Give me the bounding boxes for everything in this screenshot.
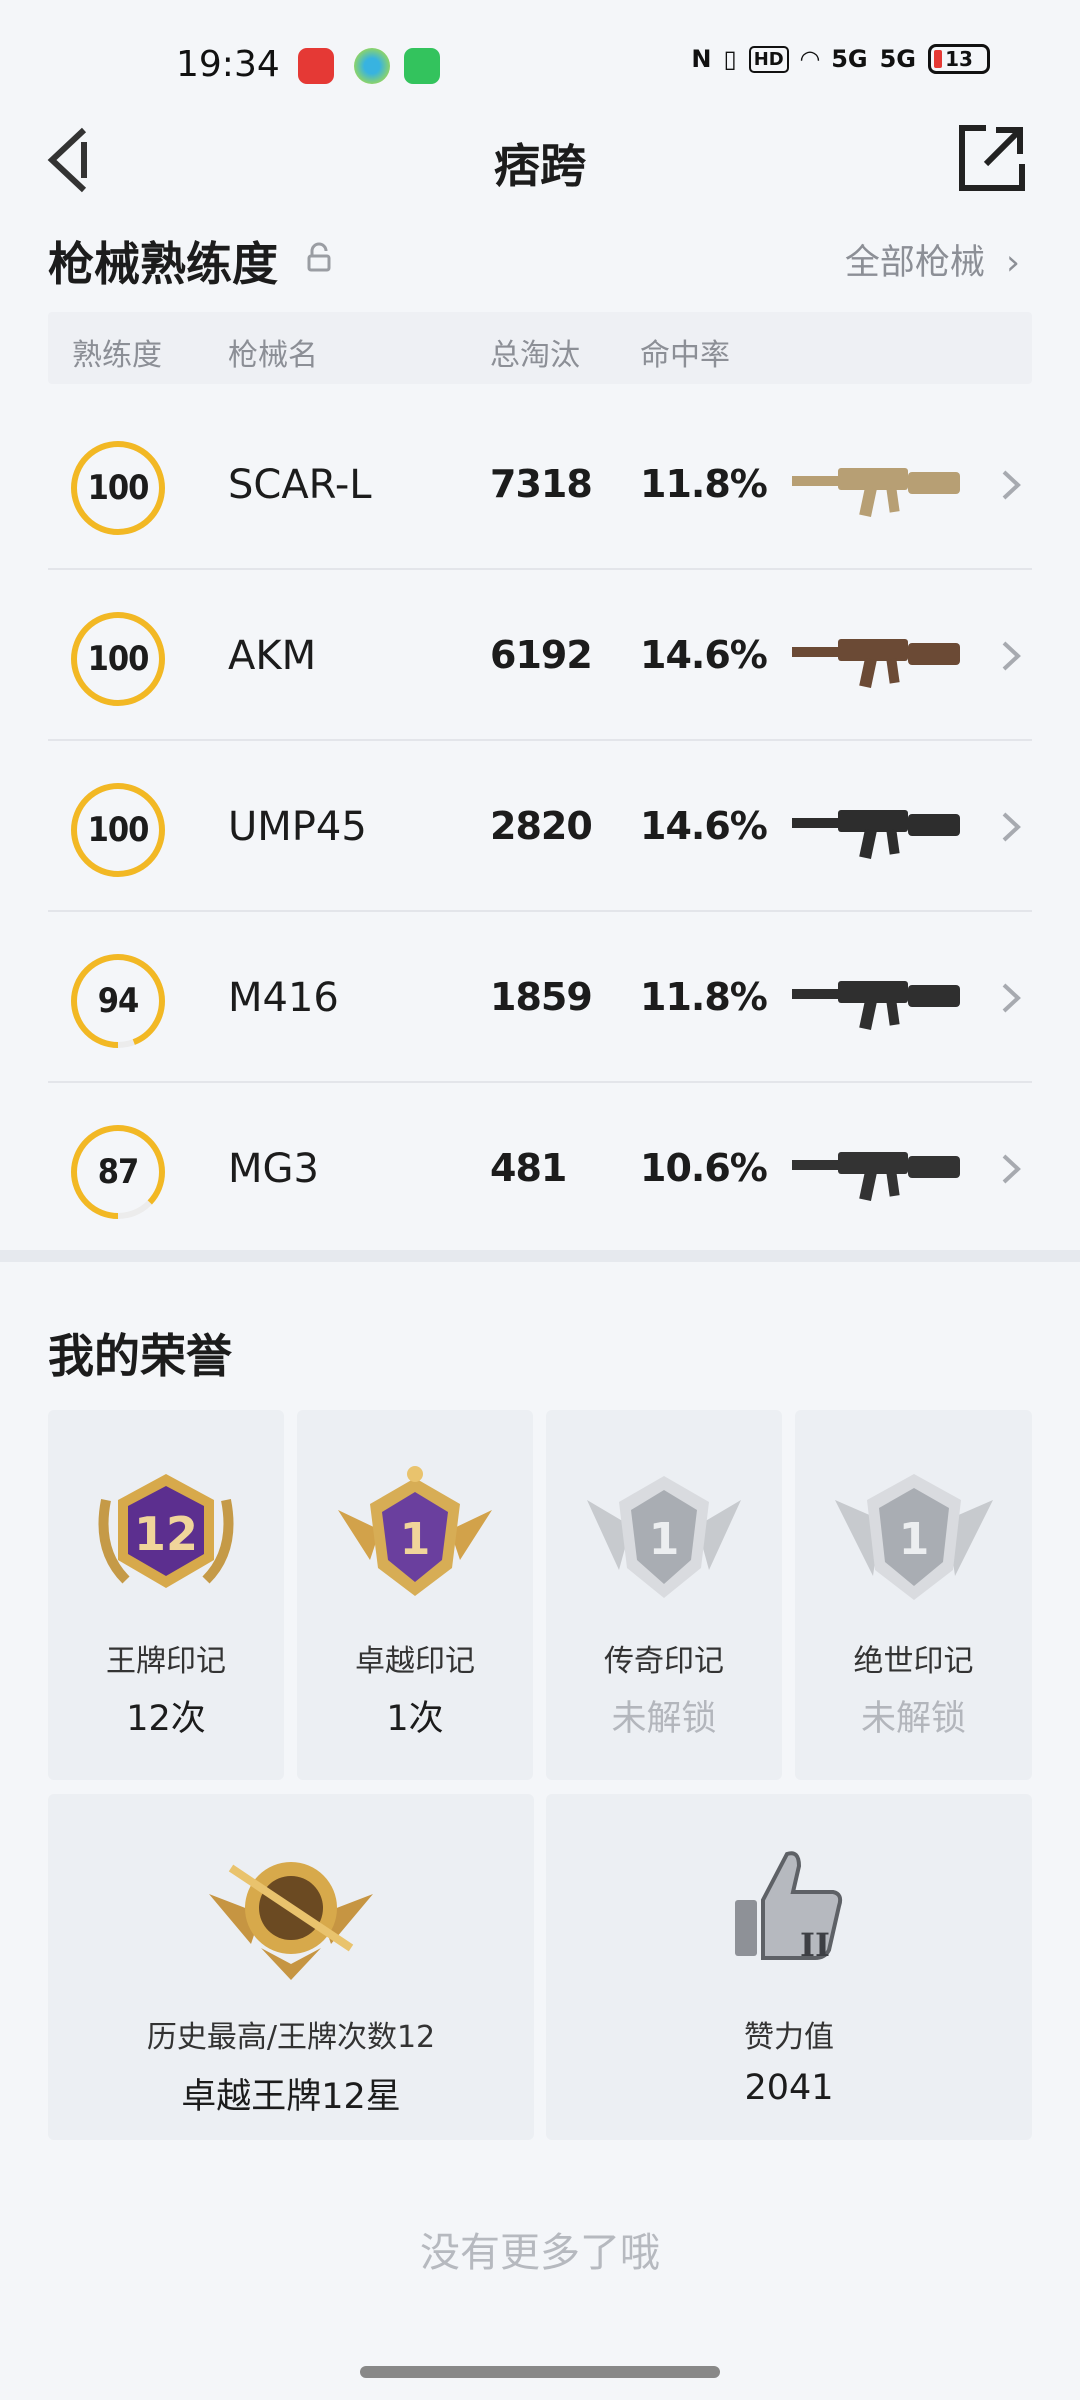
card-value: 卓越王牌12星 — [181, 2077, 401, 2117]
gun-name: M416 — [228, 975, 339, 1021]
header-proficiency: 熟练度 — [72, 338, 162, 373]
ump45-smg-image — [792, 810, 960, 859]
card-label: 历史最高/王牌次数12 — [146, 2020, 436, 2055]
svg-text:12: 12 — [134, 1507, 198, 1561]
share-icon[interactable] — [956, 122, 1028, 194]
proficiency-ring: 100 — [70, 782, 166, 878]
proficiency-value: 100 — [87, 639, 150, 679]
proficiency-value: 87 — [97, 1152, 140, 1192]
total-kills: 481 — [490, 1146, 567, 1190]
like-level-text: II — [800, 1926, 830, 1964]
honor-card-peerless[interactable]: 1 绝世印记 未解锁 — [795, 1410, 1032, 1780]
gun-name: MG3 — [228, 1146, 319, 1192]
no-more-text: 没有更多了哦 — [420, 2230, 660, 2276]
mastery-section-title: 枪械熟练度 — [48, 237, 278, 291]
chevron-right-icon — [1002, 983, 1021, 1013]
chevron-right-icon — [1002, 470, 1021, 500]
proficiency-value: 100 — [87, 468, 150, 508]
all-guns-link[interactable]: 全部枪械 › — [845, 234, 1020, 285]
proficiency-ring: 94 — [70, 953, 166, 1049]
music-app-icon — [298, 48, 334, 84]
honor-card-ace[interactable]: 12 王牌印记 12次 — [48, 1410, 284, 1780]
m416-rifle-image — [792, 981, 960, 1030]
section-divider — [0, 1250, 1080, 1262]
akm-rifle-image — [792, 639, 960, 688]
card-value: 1次 — [386, 1699, 444, 1739]
card-label: 赞力值 — [744, 2020, 834, 2055]
card-label: 卓越印记 — [355, 1644, 475, 1679]
honor-card-legend[interactable]: 1 传奇印记 未解锁 — [546, 1410, 782, 1780]
excellent-badge-icon: 1 — [338, 1466, 492, 1596]
peerless-badge-icon: 1 — [834, 1474, 993, 1600]
total-kills: 7318 — [490, 462, 593, 506]
gun-name: SCAR-L — [228, 462, 372, 508]
gun-name: UMP45 — [228, 804, 367, 850]
card-label: 传奇印记 — [604, 1644, 724, 1679]
card-value: 未解锁 — [860, 1699, 966, 1739]
svg-text:1: 1 — [649, 1514, 680, 1565]
card-label: 绝世印记 — [853, 1644, 974, 1679]
proficiency-ring: 87 — [70, 1124, 166, 1220]
wifi-icon: ◠ — [800, 45, 820, 73]
honor-card-excellent[interactable]: 1 卓越印记 1次 — [297, 1410, 533, 1780]
hit-rate: 10.6% — [640, 1146, 768, 1190]
card-value: 2041 — [744, 2068, 834, 2108]
chevron-right-icon: › — [1006, 243, 1020, 283]
thumbs-up-icon: II — [735, 1851, 843, 1964]
status-time: 19:34 — [176, 44, 280, 85]
hit-rate: 11.8% — [640, 462, 768, 506]
battery-level: 13 — [945, 47, 973, 71]
honors-section-title: 我的荣誉 — [48, 1329, 232, 1383]
signal-icon-1: 5G — [831, 45, 868, 73]
svg-text:1: 1 — [400, 1514, 431, 1565]
chevron-right-icon — [1002, 1154, 1021, 1184]
nfc-icon: N — [691, 45, 712, 73]
header-gun-name: 枪械名 — [228, 338, 318, 373]
store-app-icon — [404, 48, 440, 84]
all-guns-label: 全部枪械 — [844, 243, 985, 283]
gun-name: AKM — [228, 633, 317, 679]
legend-badge-icon: 1 — [587, 1476, 741, 1598]
mastery-row-akm[interactable]: 100 AKM 6192 14.6% — [48, 571, 1032, 741]
status-indicators: N ▯ HD ◠ 5G 5G 13 — [691, 44, 990, 74]
proficiency-ring: 100 — [70, 440, 166, 536]
proficiency-value: 94 — [97, 981, 140, 1021]
mobile-network-app-icon — [354, 48, 390, 84]
total-kills: 6192 — [490, 633, 593, 677]
chevron-right-icon — [1002, 812, 1021, 842]
ace-rank-emblem-icon — [209, 1862, 373, 1980]
mastery-table-header: 熟练度 枪械名 总淘汰 命中率 — [48, 312, 1032, 384]
page-title: 痞跨 — [494, 139, 586, 193]
header-kills: 总淘汰 — [490, 338, 580, 373]
nav-bar: 痞跨 — [0, 112, 1080, 208]
card-value: 12次 — [126, 1699, 206, 1739]
mastery-row-ump45[interactable]: 100 UMP45 2820 14.6% — [48, 742, 1032, 912]
header-hit-rate: 命中率 — [640, 338, 730, 373]
total-kills: 2820 — [490, 804, 593, 848]
hit-rate: 14.6% — [640, 633, 768, 677]
card-value: 未解锁 — [611, 1699, 717, 1739]
unlock-icon[interactable] — [304, 242, 334, 272]
proficiency-ring: 100 — [70, 611, 166, 707]
total-kills: 1859 — [490, 975, 593, 1019]
mg3-lmg-image — [792, 1152, 960, 1201]
home-indicator[interactable] — [360, 2366, 720, 2378]
highest-rank-card[interactable]: 历史最高/王牌次数12 卓越王牌12星 — [48, 1794, 534, 2140]
hd-icon: HD — [748, 45, 789, 73]
svg-text:1: 1 — [898, 1514, 929, 1565]
mastery-row-scar-l[interactable]: 100 SCAR-L 7318 11.8% — [48, 400, 1032, 570]
scar-l-rifle-image — [792, 468, 960, 517]
signal-icon-2: 5G — [879, 45, 916, 73]
mastery-row-mg3[interactable]: 87 MG3 481 10.6% — [48, 1084, 1032, 1254]
like-value-card[interactable]: II 赞力值 2041 — [546, 1794, 1032, 2140]
proficiency-value: 100 — [87, 810, 150, 850]
chevron-right-icon — [1002, 641, 1021, 671]
mastery-row-m416[interactable]: 94 M416 1859 11.8% — [48, 913, 1032, 1083]
hit-rate: 14.6% — [640, 804, 768, 848]
ace-badge-icon: 12 — [98, 1474, 234, 1588]
card-label: 王牌印记 — [106, 1644, 226, 1679]
hit-rate: 11.8% — [640, 975, 768, 1019]
battery-icon: 13 — [928, 44, 990, 74]
vibrate-icon: ▯ — [723, 45, 737, 73]
